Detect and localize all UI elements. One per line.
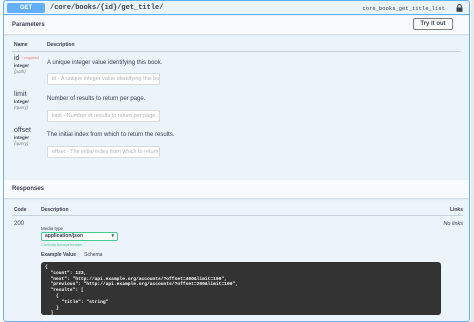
operation-summary[interactable]: GET /core/books/{id}/get_title/ core_boo… — [4, 1, 469, 15]
param-type: integer — [14, 63, 30, 68]
operation-block: GET /core/books/{id}/get_title/ core_boo… — [3, 0, 470, 322]
divider — [12, 51, 461, 52]
param-location: (path) — [14, 69, 26, 74]
parameters-title: Parameters — [12, 22, 45, 28]
chevron-down-icon: ▾ — [111, 233, 114, 239]
method-badge: GET — [7, 3, 45, 13]
lock-icon[interactable] — [456, 4, 463, 12]
operation-id: core_books_get_title_list — [362, 5, 445, 12]
param-name-id: id * required — [14, 55, 39, 62]
param-name-limit: limit — [14, 91, 27, 98]
required-marker: * required — [21, 55, 39, 60]
param-location: (query) — [14, 105, 29, 110]
response-links: No links — [443, 221, 463, 227]
param-description: Number of results to return per page. — [47, 96, 146, 102]
tab-schema[interactable]: Schema — [84, 252, 102, 258]
param-name-offset: offset — [14, 127, 31, 134]
divider — [12, 215, 463, 216]
code-line: } — [45, 317, 48, 322]
controls-accept-text: Controls Accept header. — [41, 242, 84, 247]
column-name: Name — [14, 42, 28, 48]
limit-input[interactable]: limit - Number of results to return per … — [47, 110, 160, 122]
column-links: Links — [449, 207, 463, 213]
id-input[interactable]: id - A unique integer value identifying … — [47, 73, 160, 85]
response-code: 200 — [14, 221, 25, 227]
column-code: Code — [14, 207, 27, 213]
parameters-header: Parameters Try it out — [4, 16, 469, 34]
param-description: A unique integer value identifying this … — [47, 60, 163, 66]
param-location: (query) — [14, 141, 29, 146]
offset-input[interactable]: offset - The initial index from which to… — [47, 146, 160, 158]
param-type: integer — [14, 99, 30, 104]
example-tabs: Example Value | Schema — [41, 252, 103, 258]
media-type-select[interactable]: application/json ▾ — [41, 232, 118, 241]
media-type-label: Media type — [41, 226, 64, 231]
responses-header: Responses — [4, 180, 469, 198]
responses-title: Responses — [12, 186, 45, 192]
try-it-out-button[interactable]: Try it out — [413, 18, 453, 30]
param-description: The initial index from which to return t… — [47, 132, 175, 138]
tab-example-value[interactable]: Example Value — [41, 252, 76, 258]
column-description: Description — [47, 42, 75, 48]
param-type: integer — [14, 135, 30, 140]
endpoint-path: /core/books/{id}/get_title/ — [50, 4, 164, 12]
example-code-block: { "count": 123, "next": "http://api.exam… — [41, 262, 441, 321]
column-description: Description — [41, 207, 69, 213]
